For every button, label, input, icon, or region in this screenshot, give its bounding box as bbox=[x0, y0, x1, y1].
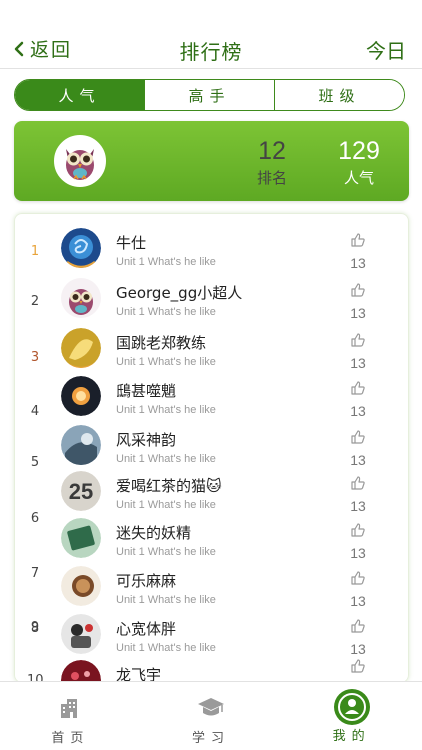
my-avatar[interactable] bbox=[54, 135, 106, 187]
tab-class[interactable]: 班级 bbox=[275, 80, 404, 110]
avatar[interactable] bbox=[61, 328, 101, 368]
lesson-title: Unit 1 What's he like bbox=[116, 546, 216, 558]
lesson-title: Unit 1 What's he like bbox=[116, 499, 216, 511]
lesson-title: Unit 1 What's he like bbox=[116, 594, 216, 606]
user-name: 迷失的妖精 bbox=[116, 524, 192, 542]
thumbs-up-icon[interactable] bbox=[350, 232, 366, 248]
like-count: 13 bbox=[350, 403, 366, 419]
list-item[interactable]: 10 龙飞宇 bbox=[15, 658, 408, 682]
my-rank-value: 12 bbox=[258, 137, 286, 165]
nav-label: 我的 bbox=[332, 729, 371, 744]
avatar[interactable] bbox=[61, 566, 101, 606]
lesson-title: Unit 1 What's he like bbox=[116, 256, 216, 268]
rank-number: 5 bbox=[30, 455, 40, 470]
list-item[interactable]: 1 牛仕 Unit 1 What's he like 13 bbox=[15, 228, 408, 275]
thumbs-up-icon[interactable] bbox=[350, 522, 366, 538]
my-rank-stat: 12 排名 bbox=[242, 137, 302, 188]
page-title: 排行榜 bbox=[179, 40, 243, 64]
ranking-tabs: 人气 高手 班级 bbox=[14, 79, 405, 111]
rank-number: 9 bbox=[30, 620, 40, 635]
nav-label: 首页 bbox=[51, 731, 90, 746]
avatar[interactable] bbox=[61, 660, 101, 682]
thumbs-up-icon[interactable] bbox=[350, 570, 366, 586]
rank-number: 4 bbox=[30, 404, 40, 419]
lesson-title: Unit 1 What's he like bbox=[116, 642, 216, 654]
my-popularity-value: 129 bbox=[338, 137, 380, 165]
tab-experts[interactable]: 高手 bbox=[145, 80, 275, 110]
my-rank-label: 排名 bbox=[256, 169, 287, 187]
lesson-title: Unit 1 What's he like bbox=[116, 306, 216, 318]
nav-home[interactable]: 首页 bbox=[0, 682, 141, 750]
user-name: 风采神韵 bbox=[116, 431, 177, 449]
list-item[interactable]: 3 国跳老郑教练 Unit 1 What's he like 13 bbox=[15, 328, 408, 375]
list-item[interactable]: 4 鴟甚噬魈 Unit 1 What's he like 13 bbox=[15, 376, 408, 423]
thumbs-up-icon[interactable] bbox=[350, 658, 366, 674]
rank-number: 3 bbox=[30, 350, 40, 365]
lesson-title: Unit 1 What's he like bbox=[116, 404, 216, 416]
list-item[interactable]: 6 25 爱喝红茶的猫🐱 Unit 1 What's he like 13 bbox=[15, 471, 408, 526]
owl-avatar-icon bbox=[66, 149, 94, 180]
avatar[interactable] bbox=[61, 425, 101, 465]
like-count: 13 bbox=[350, 452, 366, 468]
period-selector[interactable]: 今日 bbox=[366, 35, 406, 64]
user-name: 国跳老郑教练 bbox=[116, 334, 207, 352]
svg-text:25: 25 bbox=[69, 479, 93, 504]
list-item[interactable]: 9 心宽体胖 Unit 1 What's he like 13 bbox=[15, 614, 408, 661]
my-popularity-stat: 129 人气 bbox=[319, 137, 399, 188]
avatar[interactable] bbox=[61, 518, 101, 558]
like-count: 13 bbox=[350, 355, 366, 371]
user-name: 爱喝红茶的猫🐱 bbox=[116, 477, 222, 495]
user-name: 心宽体胖 bbox=[116, 620, 177, 638]
like-count: 13 bbox=[350, 255, 366, 271]
avatar[interactable] bbox=[61, 278, 101, 318]
thumbs-up-icon[interactable] bbox=[350, 475, 366, 491]
thumbs-up-icon[interactable] bbox=[350, 618, 366, 634]
list-item[interactable]: 2 George_gg小超人 Unit 1 What's he like 13 bbox=[15, 278, 408, 325]
thumbs-up-icon[interactable] bbox=[350, 380, 366, 396]
tab-popularity[interactable]: 人气 bbox=[15, 80, 145, 110]
lesson-title: Unit 1 What's he like bbox=[116, 453, 216, 465]
building-icon bbox=[61, 699, 78, 718]
user-name: 鴟甚噬魈 bbox=[116, 382, 177, 400]
avatar[interactable] bbox=[61, 376, 101, 416]
like-count: 13 bbox=[350, 498, 366, 514]
user-circle-icon bbox=[333, 689, 370, 725]
user-name: 可乐麻麻 bbox=[116, 572, 177, 590]
nav-mine[interactable]: 我的 bbox=[281, 682, 422, 750]
thumbs-up-icon[interactable] bbox=[350, 282, 366, 298]
like-count: 13 bbox=[350, 641, 366, 657]
nav-label: 学习 bbox=[192, 731, 231, 746]
rank-number: 2 bbox=[30, 294, 40, 309]
ranking-list: 1 牛仕 Unit 1 What's he like 13 2 George_g… bbox=[14, 213, 409, 683]
rank-number: 1 bbox=[30, 244, 40, 259]
like-count: 13 bbox=[350, 593, 366, 609]
avatar[interactable] bbox=[61, 228, 101, 268]
my-rank-card: 12 排名 129 人气 bbox=[14, 121, 409, 201]
avatar[interactable]: 25 bbox=[61, 471, 101, 511]
user-name: 牛仕 bbox=[116, 234, 147, 252]
list-item[interactable]: 8 可乐麻麻 Unit 1 What's he like 13 bbox=[15, 566, 408, 636]
like-count: 13 bbox=[350, 305, 366, 321]
like-count: 13 bbox=[350, 545, 366, 561]
bottom-nav: 首页 学习 我的 bbox=[0, 681, 422, 750]
my-popularity-label: 人气 bbox=[343, 169, 374, 187]
top-bar: 返回 排行榜 今日 bbox=[0, 0, 422, 69]
graduation-cap-icon bbox=[198, 698, 224, 716]
avatar[interactable] bbox=[61, 614, 101, 654]
nav-study[interactable]: 学习 bbox=[141, 682, 282, 750]
thumbs-up-icon[interactable] bbox=[350, 332, 366, 348]
user-name: George_gg小超人 bbox=[116, 284, 243, 302]
list-item[interactable]: 7 迷失的妖精 Unit 1 What's he like 13 bbox=[15, 518, 408, 581]
lesson-title: Unit 1 What's he like bbox=[116, 356, 216, 368]
thumbs-up-icon[interactable] bbox=[350, 429, 366, 445]
list-item[interactable]: 5 风采神韵 Unit 1 What's he like 13 bbox=[15, 425, 408, 472]
